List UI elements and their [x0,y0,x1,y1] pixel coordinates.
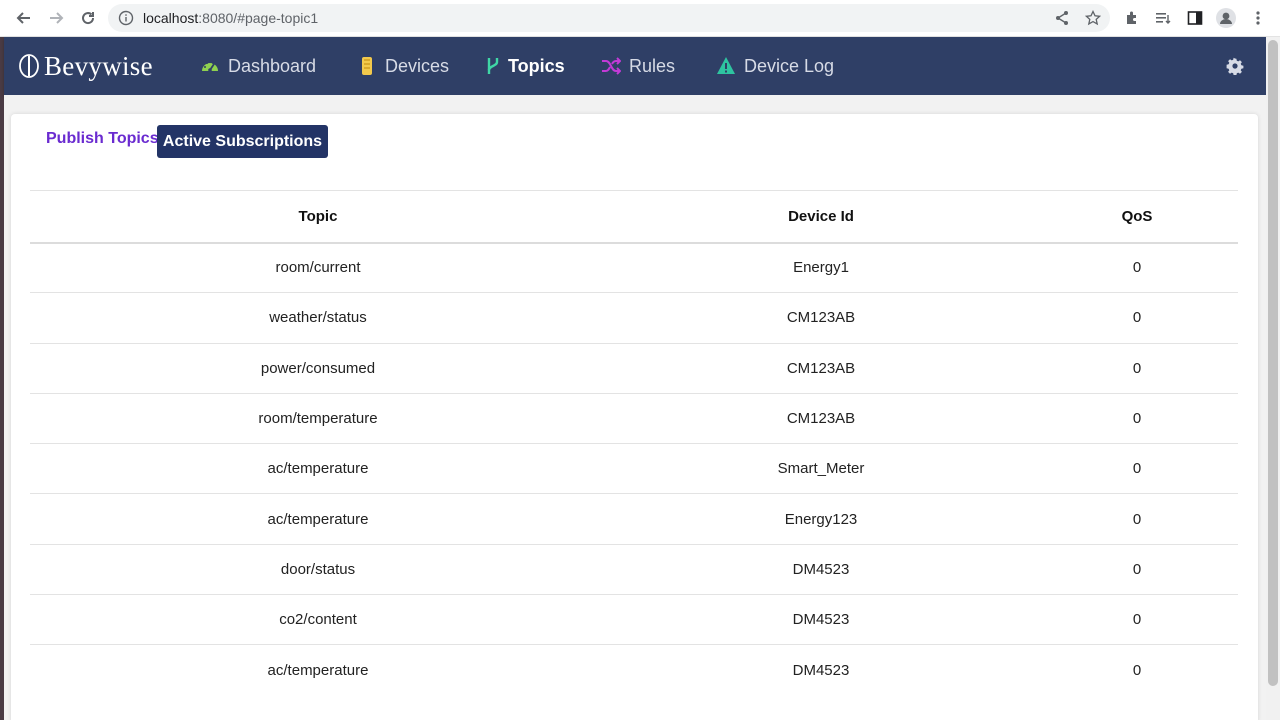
cell-topic: ac/temperature [30,493,606,545]
share-icon[interactable] [1054,10,1070,26]
cell-qos: 0 [1036,343,1238,394]
cell-device-id: CM123AB [606,343,1036,394]
cell-device-id: DM4523 [792,661,850,679]
header-device-id[interactable]: Device Id [606,190,1036,244]
cell-topic: co2/content [30,594,606,646]
back-icon[interactable] [14,8,34,28]
nav-rules-label: Rules [629,55,676,76]
bookmark-star-icon[interactable] [1085,10,1101,26]
tab-active-subscriptions[interactable]: Active Subscriptions [157,125,328,158]
cell-device-id: CM123AB [606,292,1036,344]
side-panel-icon[interactable] [1185,8,1205,28]
cell-qos: 0 [1036,393,1238,445]
table-row[interactable]: power/consumed CM123AB 0 [30,343,1238,394]
more-menu-icon[interactable] [1248,8,1268,28]
address-bar[interactable]: localhost:8080/#page-topic1 [108,4,1110,32]
cell-qos: 0 [1036,292,1238,344]
cell-topic: ac/temperature [267,661,369,679]
cell-device-id: Energy123 [606,493,1036,545]
nav-dashboard-label: Dashboard [228,55,317,76]
dashboard-gauge-icon [202,62,218,72]
cell-topic: room/current [30,242,606,294]
cell-qos: 0 [1132,661,1142,679]
app-header: Bevywise Dashboard Devices Topics Rules … [4,37,1266,95]
devices-icon [362,57,372,75]
table-row[interactable]: room/current Energy1 0 [30,242,1238,294]
table-row[interactable]: door/status DM4523 0 [30,544,1238,596]
cell-topic: weather/status [30,292,606,344]
table-row[interactable]: weather/status CM123AB 0 [30,292,1238,344]
topics-branch-icon [487,58,499,74]
nav-rules[interactable]: Rules [601,55,675,77]
cell-device-id: CM123AB [606,393,1036,445]
reading-list-icon[interactable] [1153,8,1173,28]
table-header-row: Topic Device Id QoS [30,190,1238,244]
cell-qos: 0 [1036,443,1238,495]
rules-shuffle-icon [602,57,621,75]
extensions-icon[interactable] [1122,8,1142,28]
nav-dashboard[interactable]: Dashboard [200,55,316,77]
header-topic[interactable]: Topic [30,190,606,244]
table-row[interactable]: co2/content DM4523 0 [30,594,1238,646]
table-row[interactable]: ac/temperature Smart_Meter 0 [30,443,1238,495]
cell-topic: ac/temperature [30,443,606,495]
scrollbar-thumb[interactable] [1268,40,1278,686]
bevywise-logo-icon [19,54,39,78]
site-info-icon[interactable] [118,10,134,26]
profile-avatar-icon[interactable] [1216,8,1236,28]
nav-devices-label: Devices [385,55,450,76]
table-row[interactable]: room/temperature CM123AB 0 [30,393,1238,445]
table-row[interactable]: ac/temperature DM4523 0 [30,645,1238,695]
nav-topics[interactable]: Topics [486,55,565,77]
nav-topics-label: Topics [508,55,565,76]
cell-device-id: Smart_Meter [606,443,1036,495]
cell-topic: room/temperature [30,393,606,445]
reload-icon[interactable] [78,8,98,28]
cell-qos: 0 [1036,493,1238,545]
nav-device-log-label: Device Log [744,55,835,76]
tab-publish-topics[interactable]: Publish Topics [46,130,159,152]
header-qos[interactable]: QoS [1036,190,1238,244]
cell-qos: 0 [1036,544,1238,596]
cell-topic: door/status [30,544,606,596]
brand-logo[interactable]: Bevywise [18,50,153,82]
cell-qos: 0 [1036,242,1238,294]
gear-icon[interactable] [1226,57,1244,75]
cell-device-id: DM4523 [606,594,1036,646]
table-row[interactable]: ac/temperature Energy123 0 [30,493,1238,545]
nav-devices[interactable]: Devices [357,55,449,77]
subscriptions-table: Topic Device Id QoS room/current Energy1… [30,190,1238,695]
cell-qos: 0 [1036,594,1238,646]
device-log-warning-icon [717,57,735,74]
cell-device-id: Energy1 [606,242,1036,294]
browser-toolbar: localhost:8080/#page-topic1 [0,0,1280,37]
cell-topic: power/consumed [30,343,606,394]
cell-device-id: DM4523 [606,544,1036,596]
url-text: localhost:8080/#page-topic1 [143,10,319,26]
forward-icon[interactable] [46,8,66,28]
brand-name: Bevywise [44,50,153,81]
nav-device-log[interactable]: Device Log [716,55,834,77]
